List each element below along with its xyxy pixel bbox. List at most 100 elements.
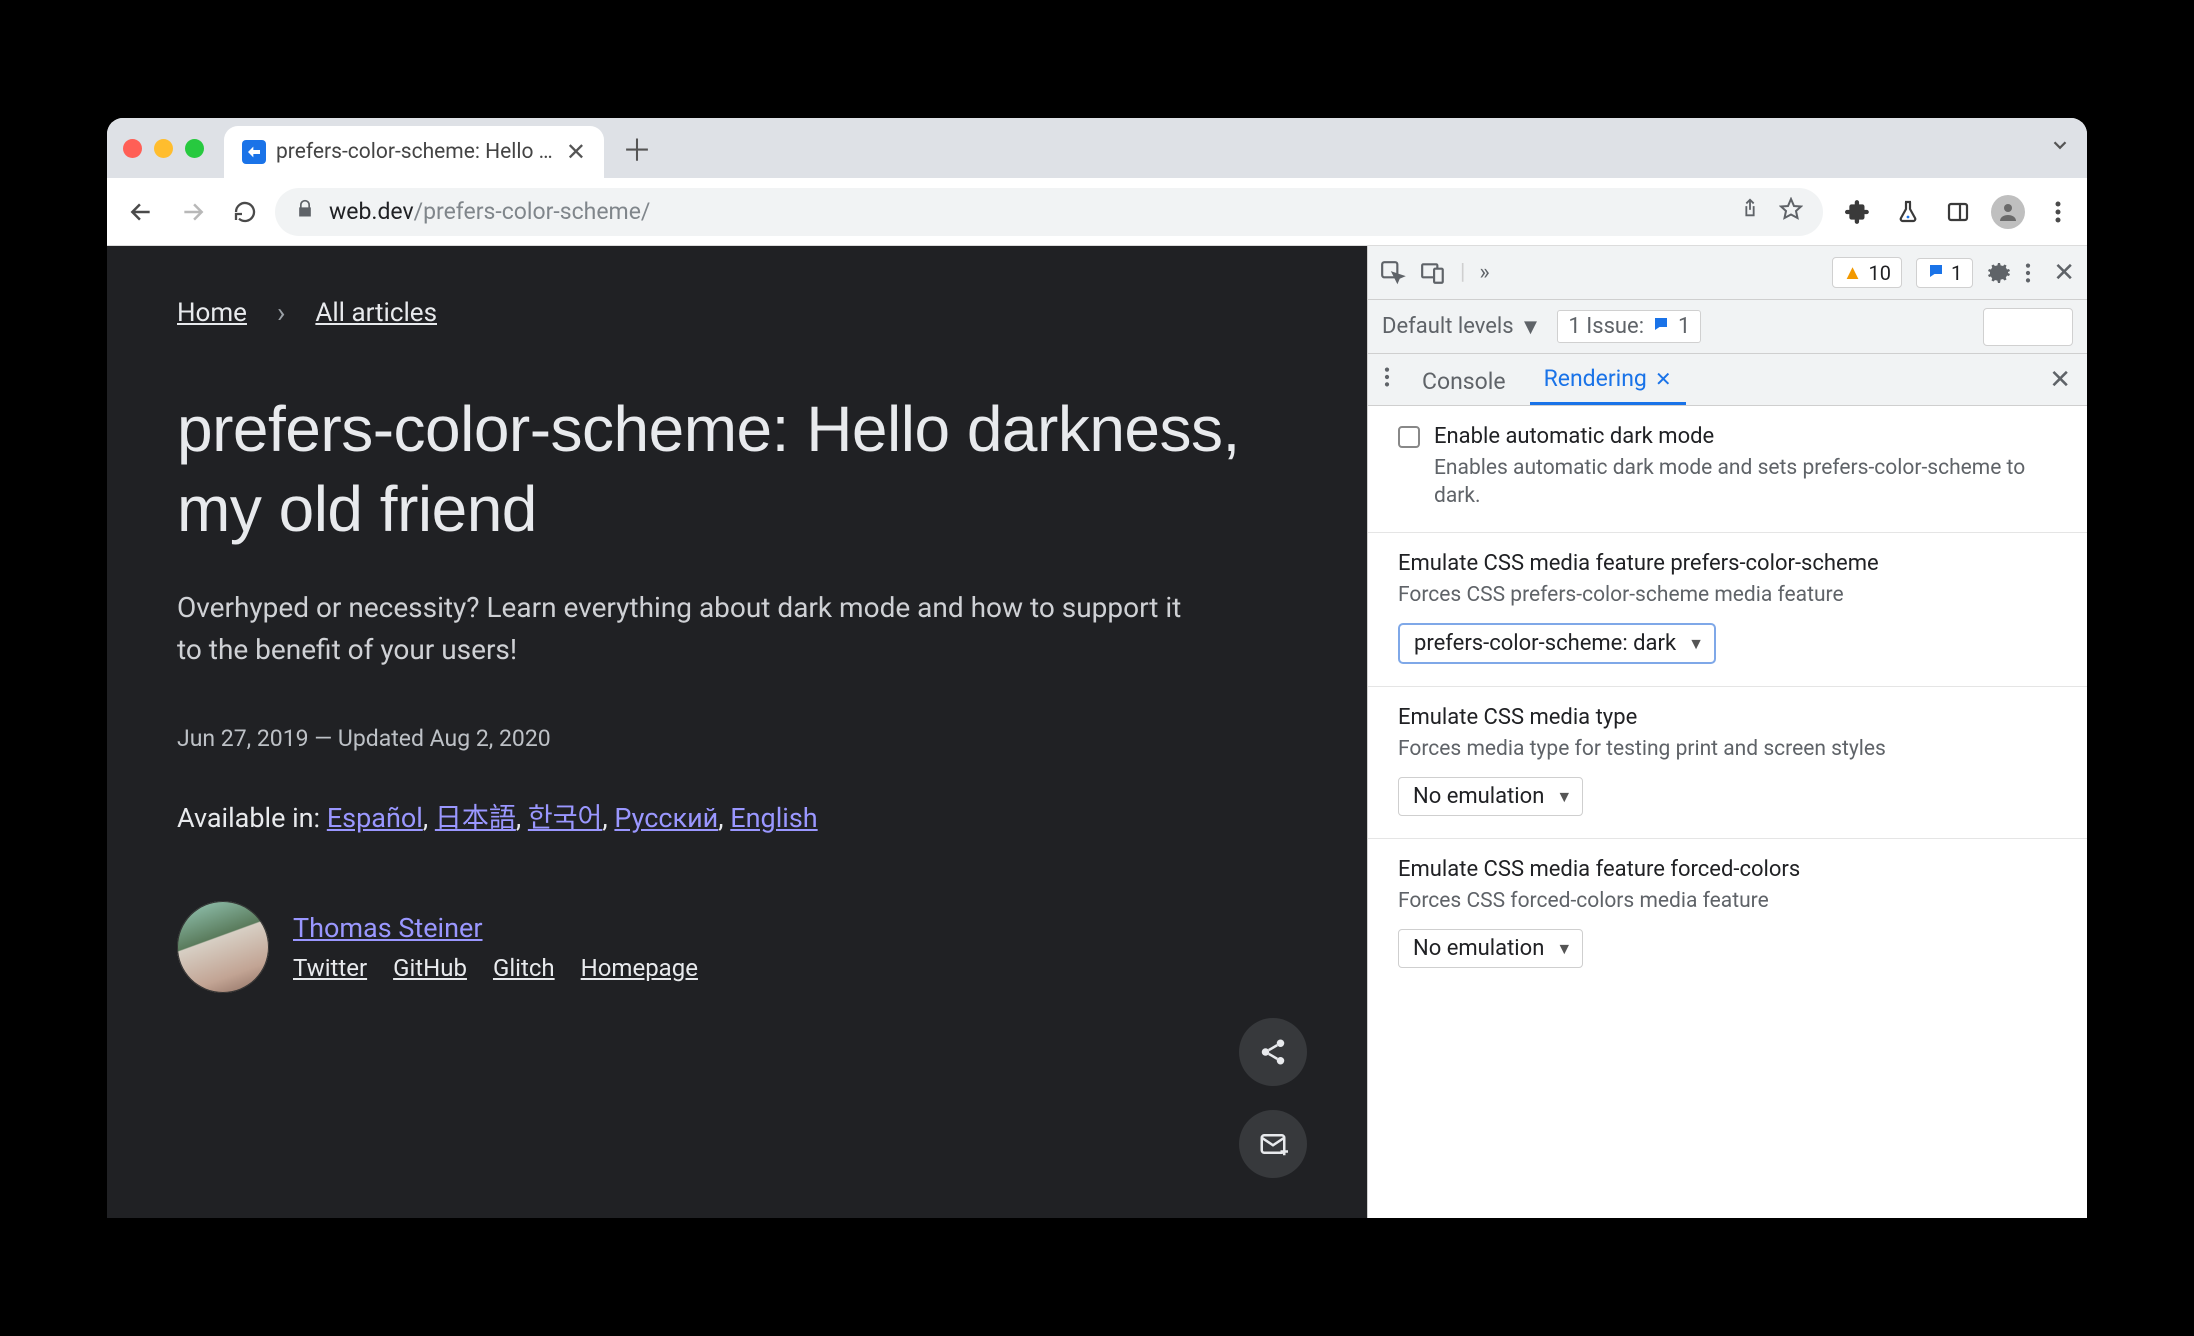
devtools-menu-icon[interactable] (2025, 262, 2031, 284)
window-controls (123, 139, 204, 158)
caret-down-icon: ▼ (1556, 787, 1572, 807)
message-icon (1927, 261, 1945, 285)
url-field[interactable]: web.dev/prefers-color-scheme/ (275, 188, 1823, 236)
browser-menu-button[interactable] (2041, 195, 2075, 229)
browser-tab[interactable]: prefers-color-scheme: Hello da ✕ (224, 126, 604, 178)
messages-badge[interactable]: 1 (1916, 258, 1973, 288)
breadcrumb-all-articles[interactable]: All articles (315, 298, 437, 328)
breadcrumb-home[interactable]: Home (177, 298, 247, 328)
author-link[interactable]: Homepage (581, 954, 698, 982)
filter-input[interactable] (1983, 308, 2073, 346)
devtools-close-button[interactable]: ✕ (2053, 258, 2075, 288)
lock-icon (295, 198, 315, 225)
author-avatar (177, 901, 269, 993)
page-title: prefers-color-scheme: Hello darkness, my… (177, 389, 1297, 549)
labs-icon[interactable] (1891, 195, 1925, 229)
lang-link[interactable]: 日本語 (435, 802, 516, 834)
forced-colors-title: Emulate CSS media feature forced-colors (1398, 855, 2057, 885)
share-fab[interactable] (1239, 1018, 1307, 1086)
section-prefers-color-scheme: Emulate CSS media feature prefers-color-… (1368, 533, 2087, 687)
back-button[interactable] (119, 190, 163, 234)
author-link[interactable]: GitHub (393, 954, 467, 982)
forced-colors-desc: Forces CSS forced-colors media feature (1398, 887, 2057, 915)
minimize-window-button[interactable] (154, 139, 173, 158)
console-filter-bar: Default levels ▼ 1 Issue: 1 (1368, 300, 2087, 354)
lang-link[interactable]: English (730, 802, 817, 834)
tab-close-icon[interactable]: ✕ (1655, 367, 1672, 391)
rendering-pane: Enable automatic dark mode Enables autom… (1368, 406, 2087, 1218)
tab-close-button[interactable]: ✕ (566, 138, 586, 166)
author-link[interactable]: Glitch (493, 954, 555, 982)
extensions-area (1841, 195, 2075, 229)
browser-window: prefers-color-scheme: Hello da ✕ ＋ web.d… (107, 118, 2087, 1218)
lang-link[interactable]: Русский (614, 802, 718, 834)
section-media-type: Emulate CSS media type Forces media type… (1368, 687, 2087, 839)
author-name[interactable]: Thomas Steiner (293, 912, 483, 944)
caret-down-icon: ▼ (1688, 634, 1704, 654)
chevron-right-icon: › (277, 296, 285, 329)
tab-title: prefers-color-scheme: Hello da (276, 140, 556, 164)
media-type-title: Emulate CSS media type (1398, 703, 2057, 733)
forced-colors-select[interactable]: No emulation ▼ (1398, 929, 1583, 968)
drawer-tabs: Console Rendering ✕ ✕ (1368, 354, 2087, 406)
media-type-select[interactable]: No emulation ▼ (1398, 777, 1583, 816)
extensions-icon[interactable] (1841, 195, 1875, 229)
reload-button[interactable] (223, 190, 267, 234)
url-path: /prefers-color-scheme/ (414, 198, 651, 225)
prefers-scheme-select[interactable]: prefers-color-scheme: dark ▼ (1398, 623, 1716, 664)
zoom-window-button[interactable] (185, 139, 204, 158)
devtools-toolbar: | » ▲ 10 1 ✕ (1368, 246, 2087, 300)
prefers-scheme-desc: Forces CSS prefers-color-scheme media fe… (1398, 581, 2057, 609)
auto-dark-desc: Enables automatic dark mode and sets pre… (1434, 454, 2057, 511)
bookmark-icon[interactable] (1779, 197, 1803, 227)
prefers-scheme-title: Emulate CSS media feature prefers-color-… (1398, 549, 2057, 579)
author-links: Twitter GitHub Glitch Homepage (293, 954, 698, 982)
section-auto-dark: Enable automatic dark mode Enables autom… (1368, 406, 2087, 533)
url-host: web.dev (329, 198, 414, 225)
author-link[interactable]: Twitter (293, 954, 367, 982)
address-bar: web.dev/prefers-color-scheme/ (107, 178, 2087, 246)
settings-icon[interactable] (1987, 261, 2011, 285)
messages-count: 1 (1951, 261, 1962, 285)
caret-down-icon: ▼ (1520, 314, 1542, 340)
favicon-icon (242, 140, 266, 164)
share-icon[interactable] (1739, 197, 1761, 227)
lang-link[interactable]: 한국어 (528, 802, 603, 834)
fab-column (1239, 1018, 1307, 1178)
breadcrumb: Home › All articles (177, 296, 1297, 329)
issues-chip[interactable]: 1 Issue: 1 (1557, 310, 1701, 343)
subscribe-fab[interactable] (1239, 1110, 1307, 1178)
auto-dark-checkbox[interactable] (1398, 426, 1420, 448)
forward-button[interactable] (171, 190, 215, 234)
tab-rendering[interactable]: Rendering ✕ (1530, 355, 1686, 405)
warning-icon: ▲ (1843, 260, 1863, 285)
lang-link[interactable]: Español (327, 802, 423, 834)
web-page: Home › All articles prefers-color-scheme… (107, 246, 1367, 1218)
caret-down-icon: ▼ (1556, 939, 1572, 959)
drawer-menu-icon[interactable] (1376, 365, 1398, 395)
close-window-button[interactable] (123, 139, 142, 158)
device-toggle-icon[interactable] (1420, 260, 1446, 286)
log-levels-select[interactable]: Default levels ▼ (1382, 314, 1541, 340)
tab-strip: prefers-color-scheme: Hello da ✕ ＋ (107, 118, 2087, 178)
url-text: web.dev/prefers-color-scheme/ (329, 198, 650, 225)
profile-avatar[interactable] (1991, 195, 2025, 229)
sidepanel-icon[interactable] (1941, 195, 1975, 229)
warnings-badge[interactable]: ▲ 10 (1832, 257, 1902, 288)
tab-overflow-button[interactable] (2049, 134, 2071, 162)
devtools-more-tabs[interactable]: » (1479, 260, 1489, 285)
inspect-icon[interactable] (1380, 260, 1406, 286)
page-meta: Jun 27, 2019 — Updated Aug 2, 2020 (177, 725, 1297, 752)
drawer-close-icon[interactable]: ✕ (2049, 365, 2079, 395)
message-icon (1652, 314, 1670, 339)
auto-dark-title: Enable automatic dark mode (1434, 422, 2057, 452)
page-subtitle: Overhyped or necessity? Learn everything… (177, 587, 1197, 671)
new-tab-button[interactable]: ＋ (622, 126, 652, 170)
content-area: Home › All articles prefers-color-scheme… (107, 246, 2087, 1218)
languages-row: Available in: Español, 日本語, 한국어, Русский… (177, 796, 1297, 835)
media-type-desc: Forces media type for testing print and … (1398, 735, 2057, 763)
section-forced-colors: Emulate CSS media feature forced-colors … (1368, 839, 2087, 990)
devtools-panel: | » ▲ 10 1 ✕ (1367, 246, 2087, 1218)
author-block: Thomas Steiner Twitter GitHub Glitch Hom… (177, 901, 1297, 993)
tab-console[interactable]: Console (1408, 358, 1520, 405)
